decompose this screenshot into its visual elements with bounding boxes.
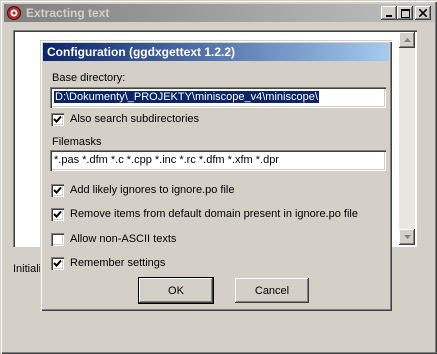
scroll-down-icon: [403, 235, 411, 239]
close-button[interactable]: [415, 6, 431, 20]
checkbox-box: [51, 112, 64, 126]
base-directory-label: Base directory:: [52, 72, 126, 84]
log-scrollbar[interactable]: [399, 32, 415, 245]
ok-button[interactable]: OK: [138, 277, 214, 304]
base-directory-input[interactable]: D:\Dokumenty\_PROJEKTY\miniscope_v4\mini…: [50, 87, 386, 108]
checkbox-box: [51, 256, 64, 270]
remember-settings-checkbox[interactable]: Remember settings: [51, 256, 165, 270]
checkbox-box: [51, 232, 64, 246]
checkmark-icon: [53, 115, 62, 123]
checkbox-box: [51, 207, 64, 221]
configuration-dialog: Configuration (ggdxgettext 1.2.2) Base d…: [40, 40, 392, 311]
filemasks-label: Filemasks: [52, 136, 102, 148]
minimize-button[interactable]: [381, 6, 397, 20]
checkmark-icon: [53, 259, 62, 267]
allow-non-ascii-checkbox[interactable]: Allow non-ASCII texts: [51, 232, 176, 246]
allow-non-ascii-label: Allow non-ASCII texts: [70, 233, 177, 245]
checkmark-icon: [53, 186, 62, 194]
dialog-titlebar[interactable]: Configuration (ggdxgettext 1.2.2): [43, 43, 389, 61]
also-search-subdirectories-checkbox[interactable]: Also search subdirectories: [51, 112, 199, 126]
checkbox-box: [51, 183, 64, 197]
scroll-down-button[interactable]: [399, 229, 415, 245]
maximize-button[interactable]: [397, 6, 413, 20]
remember-settings-label: Remember settings: [70, 257, 166, 269]
cancel-button[interactable]: Cancel: [235, 278, 309, 303]
add-ignores-label: Add likely ignores to ignore.po file: [70, 184, 235, 196]
add-ignores-checkbox[interactable]: Add likely ignores to ignore.po file: [51, 183, 234, 197]
dialog-title: Configuration (ggdxgettext 1.2.2): [47, 45, 236, 59]
minimize-icon: [386, 15, 392, 17]
also-search-label: Also search subdirectories: [70, 113, 200, 125]
scroll-up-button[interactable]: [399, 32, 415, 48]
window-titlebar[interactable]: Extracting text: [4, 4, 435, 22]
base-directory-value: D:\Dokumenty\_PROJEKTY\miniscope_v4\mini…: [54, 91, 319, 103]
remove-items-checkbox[interactable]: Remove items from default domain present…: [51, 207, 358, 221]
app-icon[interactable]: [6, 5, 22, 21]
checkmark-icon: [53, 210, 62, 218]
scroll-up-icon: [403, 38, 411, 42]
remove-items-label: Remove items from default domain present…: [70, 208, 358, 220]
maximize-icon: [400, 8, 410, 18]
window-title: Extracting text: [26, 6, 110, 20]
filemasks-value: *.pas *.dfm *.c *.cpp *.inc *.rc *.dfm *…: [54, 154, 279, 166]
close-icon: [419, 9, 427, 17]
filemasks-input[interactable]: *.pas *.dfm *.c *.cpp *.inc *.rc *.dfm *…: [50, 150, 386, 171]
